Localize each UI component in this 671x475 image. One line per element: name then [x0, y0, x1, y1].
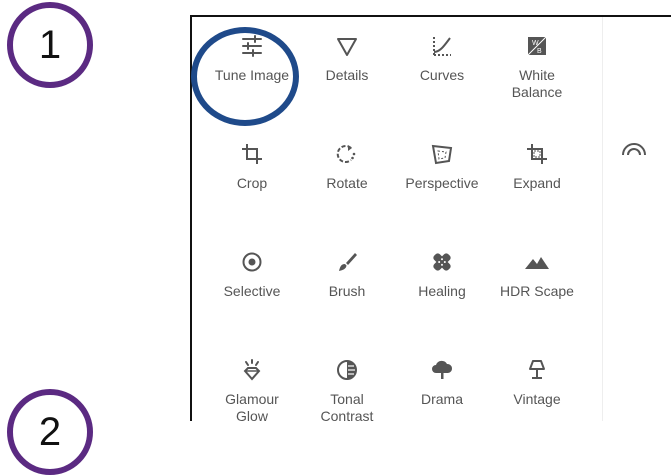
tune-sliders-icon	[237, 31, 267, 61]
tool-label: Expand	[513, 175, 561, 191]
tool-healing[interactable]: Healing	[395, 241, 489, 341]
curves-icon	[427, 31, 457, 61]
glamour-glow-icon	[237, 355, 267, 385]
expand-icon	[522, 139, 552, 169]
tool-label: Glamour Glow	[225, 391, 279, 421]
tool-curves[interactable]: Curves	[395, 25, 489, 125]
tool-drama[interactable]: Drama	[395, 349, 489, 421]
tool-label: Perspective	[405, 175, 479, 191]
tool-label: Tune Image	[214, 67, 290, 83]
tool-white-balance[interactable]: W B White Balance	[490, 25, 584, 125]
svg-text:B: B	[537, 48, 542, 55]
tool-label: Vintage	[513, 391, 561, 407]
tool-label: Drama	[420, 391, 463, 407]
tool-label: White Balance	[511, 67, 563, 100]
tool-label: Selective	[223, 283, 281, 299]
vintage-lamp-icon	[522, 355, 552, 385]
tool-label: Crop	[236, 175, 268, 191]
tool-tune-image[interactable]: Tune Image	[205, 25, 299, 125]
tool-perspective[interactable]: Perspective	[395, 133, 489, 233]
brush-icon	[332, 247, 362, 277]
tonal-contrast-icon	[332, 355, 362, 385]
healing-bandage-icon	[427, 247, 457, 277]
tools-panel: Tune Image Details Curves W B White Bala…	[190, 15, 671, 421]
side-rail	[602, 17, 671, 421]
tool-label: Curves	[419, 67, 465, 83]
tool-label: Details	[325, 67, 369, 83]
tool-label: Brush	[328, 283, 366, 299]
tool-label: HDR Scape	[500, 283, 574, 299]
tool-label: Healing	[418, 283, 466, 299]
rail-arc-icon[interactable]	[617, 135, 651, 161]
tool-brush[interactable]: Brush	[300, 241, 394, 341]
step-1-badge: 1	[7, 2, 93, 88]
perspective-icon	[427, 139, 457, 169]
tool-crop[interactable]: Crop	[205, 133, 299, 233]
tool-hdr-scape[interactable]: HDR Scape	[490, 241, 584, 341]
tool-glamour-glow[interactable]: Glamour Glow	[205, 349, 299, 421]
selective-target-icon	[237, 247, 267, 277]
white-balance-icon: W B	[522, 31, 552, 61]
tool-vintage[interactable]: Vintage	[490, 349, 584, 421]
tool-expand[interactable]: Expand	[490, 133, 584, 233]
tool-selective[interactable]: Selective	[205, 241, 299, 341]
tool-details[interactable]: Details	[300, 25, 394, 125]
hdr-mountain-icon	[522, 247, 552, 277]
rotate-icon	[332, 139, 362, 169]
tool-rotate[interactable]: Rotate	[300, 133, 394, 233]
crop-icon	[237, 139, 267, 169]
step-2-badge: 2	[7, 389, 93, 475]
svg-text:W: W	[532, 40, 539, 47]
tool-label: Tonal Contrast	[320, 391, 374, 421]
tool-label: Rotate	[326, 175, 368, 191]
drama-cloud-icon	[427, 355, 457, 385]
tool-tonal-contrast[interactable]: Tonal Contrast	[300, 349, 394, 421]
triangle-details-icon	[332, 31, 362, 61]
